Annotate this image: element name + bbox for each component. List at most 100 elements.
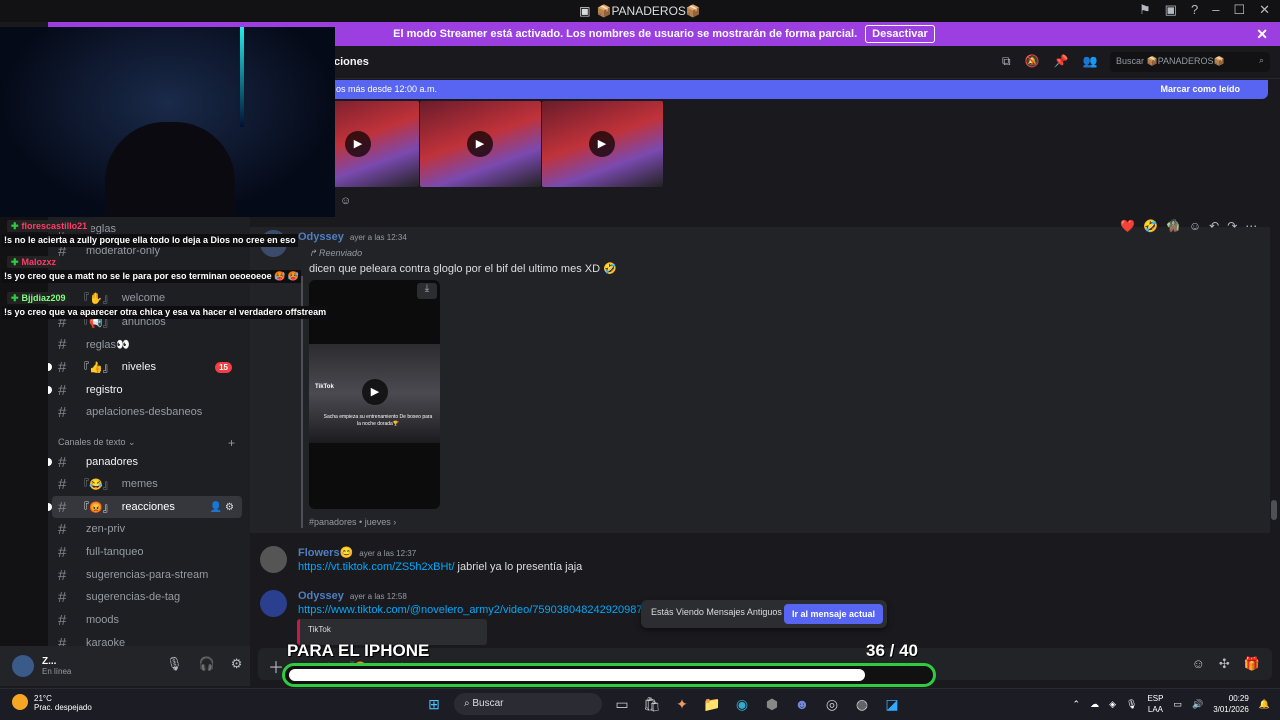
clock[interactable]: 00:29 3/01/2026	[1213, 693, 1249, 715]
language-indicator[interactable]: ESP LAA	[1147, 693, 1163, 715]
edge-icon[interactable]: ◉	[732, 694, 752, 714]
vip-icon: ✚	[11, 220, 19, 231]
notifications-icon[interactable]: 🔔	[1259, 699, 1270, 710]
new-messages-bar[interactable]: os más desde 12:00 a.m. Marcar como leíd…	[330, 80, 1268, 99]
minimize-button[interactable]: –	[1212, 2, 1219, 18]
play-icon: ▶	[345, 131, 371, 157]
obs-icon[interactable]: ◍	[852, 694, 872, 714]
screen-icon[interactable]: ▣	[1165, 2, 1177, 18]
chat-message: !s no le acierta a zully porque ella tod…	[2, 234, 298, 247]
avatar[interactable]	[12, 655, 34, 677]
channel-item[interactable]: # zen-priv	[52, 518, 242, 540]
pin-icon[interactable]: 📌	[1054, 54, 1069, 69]
network-icon[interactable]: ▭	[1173, 699, 1182, 710]
reply-icon[interactable]: ↶	[1209, 219, 1219, 233]
headphones-icon[interactable]: 🎧	[199, 656, 215, 672]
channel-item[interactable]: # 『😡』 reacciones 👤 ⚙	[48, 496, 242, 518]
message-author[interactable]: Odyssey	[298, 590, 344, 602]
weather-widget[interactable]: 21°C Prac. despejado	[12, 694, 92, 712]
settings-icon[interactable]: ⚙	[231, 656, 243, 672]
channel-item[interactable]: # full-tanqueo	[52, 541, 242, 563]
window-title: 📦PANADEROS📦	[596, 4, 701, 18]
channel-name: ciones	[334, 56, 369, 68]
chevron-up-icon[interactable]: ⌃	[1073, 699, 1081, 710]
apps-icon[interactable]: ✣	[1219, 656, 1230, 672]
maximize-button[interactable]: ☐	[1233, 2, 1245, 18]
scrollbar[interactable]	[1271, 500, 1277, 520]
channel-settings-icon[interactable]: 👤 ⚙	[210, 502, 234, 513]
microphone-icon[interactable]: 🎙	[1126, 699, 1137, 710]
video-thumbnail[interactable]: ▶	[542, 101, 663, 187]
microphone-icon[interactable]: 🎙	[166, 656, 183, 672]
mute-icon[interactable]: 🔕	[1025, 54, 1040, 69]
cloud-icon[interactable]: ☁	[1090, 699, 1099, 710]
goal-title: PARA EL IPHONE	[287, 641, 430, 660]
taskbar-search[interactable]: ⌕ Buscar	[454, 693, 602, 715]
channel-item[interactable]: # sugerencias-para-stream	[52, 564, 242, 586]
hash-icon: #	[58, 611, 67, 629]
task-view-icon[interactable]: ▭	[612, 694, 632, 714]
jump-to-present-button[interactable]: Ir al mensaje actual	[783, 604, 883, 624]
video-thumbnail[interactable]: ▶	[420, 101, 541, 187]
store-icon[interactable]: 🛍	[642, 694, 662, 714]
channel-item[interactable]: # apelaciones-desbaneos	[52, 401, 242, 423]
download-icon[interactable]: ⤓	[417, 283, 437, 299]
app-icon[interactable]: ⬢	[762, 694, 782, 714]
threads-icon[interactable]: ⧉	[1002, 54, 1011, 69]
search-input[interactable]: Buscar 📦PANADEROS📦 ⌕	[1110, 52, 1270, 72]
troll-icon[interactable]: 🧌	[1166, 219, 1181, 233]
close-window-button[interactable]: ✕	[1259, 2, 1270, 18]
channel-header: ciones ⧉ 🔕 📌 👥 Buscar 📦PANADEROS📦 ⌕	[250, 46, 1280, 79]
channel-item[interactable]: # 『👍』 niveles 15	[48, 356, 242, 378]
channel-item[interactable]: # sugerencias-de-tag	[52, 586, 242, 608]
message-author[interactable]: Odyssey	[298, 231, 344, 243]
channel-item[interactable]: # panadores	[48, 451, 242, 473]
heart-icon[interactable]: ❤️	[1120, 219, 1135, 233]
channel-item[interactable]: # reglas👀	[52, 333, 242, 355]
add-channel-icon[interactable]: +	[228, 436, 235, 450]
message-link[interactable]: https://vt.tiktok.com/ZS5h2xBHt/	[298, 561, 455, 573]
mention-badge: 15	[215, 361, 232, 373]
deactivate-button[interactable]: Desactivar	[865, 25, 935, 43]
laughing-icon[interactable]: 🤣	[1143, 219, 1158, 233]
avatar[interactable]	[260, 546, 287, 573]
close-icon[interactable]: ✕	[1256, 26, 1268, 43]
channel-label: apelaciones-desbaneos	[86, 406, 203, 418]
hash-icon: #	[58, 566, 67, 584]
new-messages-text: os más desde 12:00 a.m.	[336, 84, 438, 94]
message-link[interactable]: https://www.tiktok.com/@novelero_army2/v…	[298, 604, 655, 616]
inbox-icon[interactable]: ⚑	[1139, 2, 1151, 18]
members-icon[interactable]: 👥	[1082, 54, 1097, 69]
forward-source[interactable]: #panadores • jueves ›	[309, 517, 396, 527]
discord-icon[interactable]: ☻	[792, 694, 812, 714]
play-icon[interactable]: ▶	[362, 379, 388, 405]
category-text-channels[interactable]: Canales de texto ⌄	[58, 437, 136, 448]
app-icon[interactable]: ◈	[1109, 699, 1116, 710]
hash-icon: #	[58, 403, 67, 421]
channel-label: moods	[86, 614, 120, 626]
help-icon[interactable]: ?	[1191, 2, 1198, 18]
channel-item[interactable]: # 『😂』 memes	[52, 473, 242, 495]
start-icon[interactable]: ⊞	[424, 694, 444, 714]
copilot-icon[interactable]: ✦	[672, 694, 692, 714]
language-code: ESP	[1147, 694, 1164, 703]
mark-read-button[interactable]: Marcar como leído	[1160, 84, 1240, 94]
channel-item[interactable]: # registro	[48, 379, 242, 401]
chat-username: Bjjdiaz209	[21, 293, 66, 303]
message-author[interactable]: Flowers😊	[298, 547, 353, 559]
gift-icon[interactable]: 🎁	[1244, 656, 1260, 672]
channel-item[interactable]: # moods	[52, 609, 242, 631]
channel-prefix: 『👍』	[78, 362, 114, 374]
add-reaction-icon[interactable]: ☺	[1189, 219, 1201, 233]
more-icon[interactable]: ⋯	[1245, 219, 1257, 233]
app-icon[interactable]: ◎	[822, 694, 842, 714]
forward-icon[interactable]: ↷	[1227, 219, 1237, 233]
emoji-icon[interactable]: ☺	[340, 195, 351, 207]
volume-icon[interactable]: 🔊	[1192, 699, 1203, 710]
app-icon[interactable]: ◪	[882, 694, 902, 714]
file-explorer-icon[interactable]: 📁	[702, 694, 722, 714]
unread-indicator	[48, 503, 52, 511]
emoji-icon[interactable]: ☺	[1192, 656, 1205, 672]
message-text: dicen que peleara contra gloglo por el b…	[309, 263, 617, 275]
avatar[interactable]	[260, 590, 287, 617]
